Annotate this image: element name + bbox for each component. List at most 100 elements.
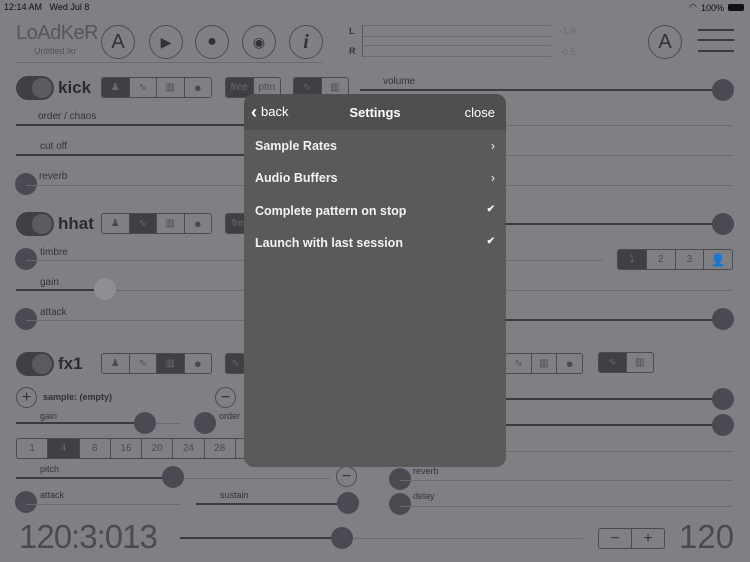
hhat-right-knob[interactable] xyxy=(712,308,734,330)
position-knob[interactable] xyxy=(331,527,353,549)
step-20[interactable]: 20 xyxy=(141,439,172,458)
gain-slider[interactable] xyxy=(16,289,105,291)
fx1-attack-knob[interactable] xyxy=(15,491,37,513)
position-slider[interactable] xyxy=(180,537,342,539)
fx1-gain-knob[interactable] xyxy=(134,412,156,434)
dot-icon[interactable]: ● xyxy=(556,354,582,373)
step-24[interactable]: 24 xyxy=(172,439,203,458)
fx1-attack-slider[interactable] xyxy=(26,504,180,505)
user-icon[interactable]: 👤 xyxy=(703,250,732,269)
fx1-right-knob-2[interactable] xyxy=(712,414,734,436)
fx1-reverb-knob[interactable] xyxy=(389,468,411,490)
step-seg[interactable]: 148162024283 xyxy=(16,438,266,459)
step-8[interactable]: 8 xyxy=(78,439,110,458)
settings-item-audio-buffers[interactable]: Audio Buffers › xyxy=(255,171,495,185)
order-chaos-slider[interactable] xyxy=(16,124,244,126)
delay-slider[interactable] xyxy=(400,506,733,507)
bank-seg[interactable]: 1 2 3 👤 xyxy=(617,249,733,270)
sample-icon[interactable]: ▥ xyxy=(156,214,184,233)
fx1-type-seg-2[interactable]: ∿ ▥ ● xyxy=(506,353,583,374)
volume-slider[interactable] xyxy=(360,89,723,91)
hhat-type-seg[interactable]: ♟ ∿ ▥ ● xyxy=(101,213,212,234)
close-button[interactable]: close xyxy=(465,105,495,120)
chevron-right-icon: › xyxy=(490,139,495,153)
sustain-label: sustain xyxy=(220,490,249,500)
bank-2[interactable]: 2 xyxy=(645,250,675,269)
person-icon[interactable]: ♟ xyxy=(102,78,129,97)
wave-icon[interactable]: ∿ xyxy=(506,354,531,373)
sample-icon[interactable]: ▥ xyxy=(156,354,184,373)
wifi-icon: ◉ xyxy=(252,33,266,50)
attack-slider[interactable] xyxy=(26,320,244,321)
timbre-knob[interactable] xyxy=(15,248,37,270)
delay-label: delay xyxy=(413,491,435,501)
fx1-right-knob-1[interactable] xyxy=(712,388,734,410)
wave-icon[interactable]: ∿ xyxy=(226,354,245,373)
kick-type-seg[interactable]: ♟ ∿ ▥ ● xyxy=(101,77,212,98)
pitch-slider[interactable] xyxy=(16,477,173,479)
info-button[interactable]: i xyxy=(289,25,323,59)
bank-1[interactable]: 1 xyxy=(618,250,646,269)
dot-icon[interactable]: ● xyxy=(183,354,212,373)
record-button[interactable]: ● xyxy=(195,25,229,59)
sample-icon[interactable]: ▥ xyxy=(625,353,654,372)
add-sample-button[interactable]: + xyxy=(16,387,37,408)
dot-icon[interactable]: ● xyxy=(183,78,212,97)
hhat-volume-knob[interactable] xyxy=(712,213,734,235)
timbre-slider[interactable] xyxy=(26,260,244,261)
battery-icon xyxy=(728,4,744,11)
settings-item-launch-last-session[interactable]: Launch with last session ✔ xyxy=(255,236,495,250)
reverb-knob[interactable] xyxy=(15,173,37,195)
wave-icon[interactable]: ∿ xyxy=(128,214,156,233)
wave-icon[interactable]: ∿ xyxy=(128,354,157,373)
fx1-view-seg[interactable]: ∿ xyxy=(225,353,245,374)
wifi-button[interactable]: ◉ xyxy=(242,25,276,59)
tempo-stepper[interactable]: − + xyxy=(598,528,665,549)
fx1-attack-label: attack xyxy=(40,490,65,500)
bank-3[interactable]: 3 xyxy=(674,250,704,269)
fx1-order-knob[interactable] xyxy=(194,412,216,434)
volume-knob[interactable] xyxy=(712,79,734,101)
settings-item-sample-rates[interactable]: Sample Rates › xyxy=(255,139,495,153)
sample-icon[interactable]: ▥ xyxy=(156,78,184,97)
settings-item-complete-pattern[interactable]: Complete pattern on stop ✔ xyxy=(255,204,495,218)
person-icon[interactable]: ♟ xyxy=(102,354,129,373)
wave-icon[interactable]: ∿ xyxy=(128,78,157,97)
check-icon: ✔ xyxy=(486,236,495,247)
pitch-knob[interactable] xyxy=(162,466,184,488)
step-16[interactable]: 16 xyxy=(109,439,141,458)
dot-icon[interactable]: ● xyxy=(183,214,212,233)
hhat-volume-slider[interactable] xyxy=(506,223,723,225)
person-icon[interactable]: ♟ xyxy=(102,214,129,233)
attack-label: attack xyxy=(40,307,67,318)
tempo-minus[interactable]: − xyxy=(599,529,631,548)
remove-sample-button[interactable]: − xyxy=(215,387,236,408)
fx1-gain-slider[interactable] xyxy=(16,422,145,424)
wave-icon[interactable]: ∿ xyxy=(599,353,626,372)
step-1[interactable]: 1 xyxy=(17,439,47,458)
sustain-slider[interactable] xyxy=(196,503,348,505)
fx1-toggle[interactable] xyxy=(16,352,54,376)
delay-knob[interactable] xyxy=(389,493,411,515)
fx1-view-seg-2[interactable]: ∿ ▥ xyxy=(598,352,654,373)
a-right-button[interactable]: A xyxy=(648,25,682,59)
app-logo: LoAdKeR xyxy=(16,22,99,44)
gain-knob[interactable] xyxy=(94,278,116,300)
file-name: Untitled.lkr xyxy=(34,46,77,56)
tempo-plus[interactable]: + xyxy=(631,529,664,548)
step-28[interactable]: 28 xyxy=(203,439,235,458)
sustain-knob[interactable] xyxy=(337,492,359,514)
attack-knob[interactable] xyxy=(15,308,37,330)
fx1-reverb-slider[interactable] xyxy=(400,480,733,481)
a-button[interactable]: A xyxy=(101,25,135,59)
cutoff-slider[interactable] xyxy=(16,154,244,156)
play-button[interactable]: ▶ xyxy=(149,25,183,59)
kick-toggle[interactable] xyxy=(16,76,54,100)
hhat-toggle[interactable] xyxy=(16,212,54,236)
fx1-type-seg[interactable]: ♟ ∿ ▥ ● xyxy=(101,353,212,374)
menu-button[interactable] xyxy=(698,29,734,53)
pitch-minus-button[interactable]: − xyxy=(336,466,357,487)
gain-label: gain xyxy=(40,277,59,288)
sample-icon[interactable]: ▥ xyxy=(530,354,557,373)
step-4[interactable]: 4 xyxy=(47,439,79,458)
